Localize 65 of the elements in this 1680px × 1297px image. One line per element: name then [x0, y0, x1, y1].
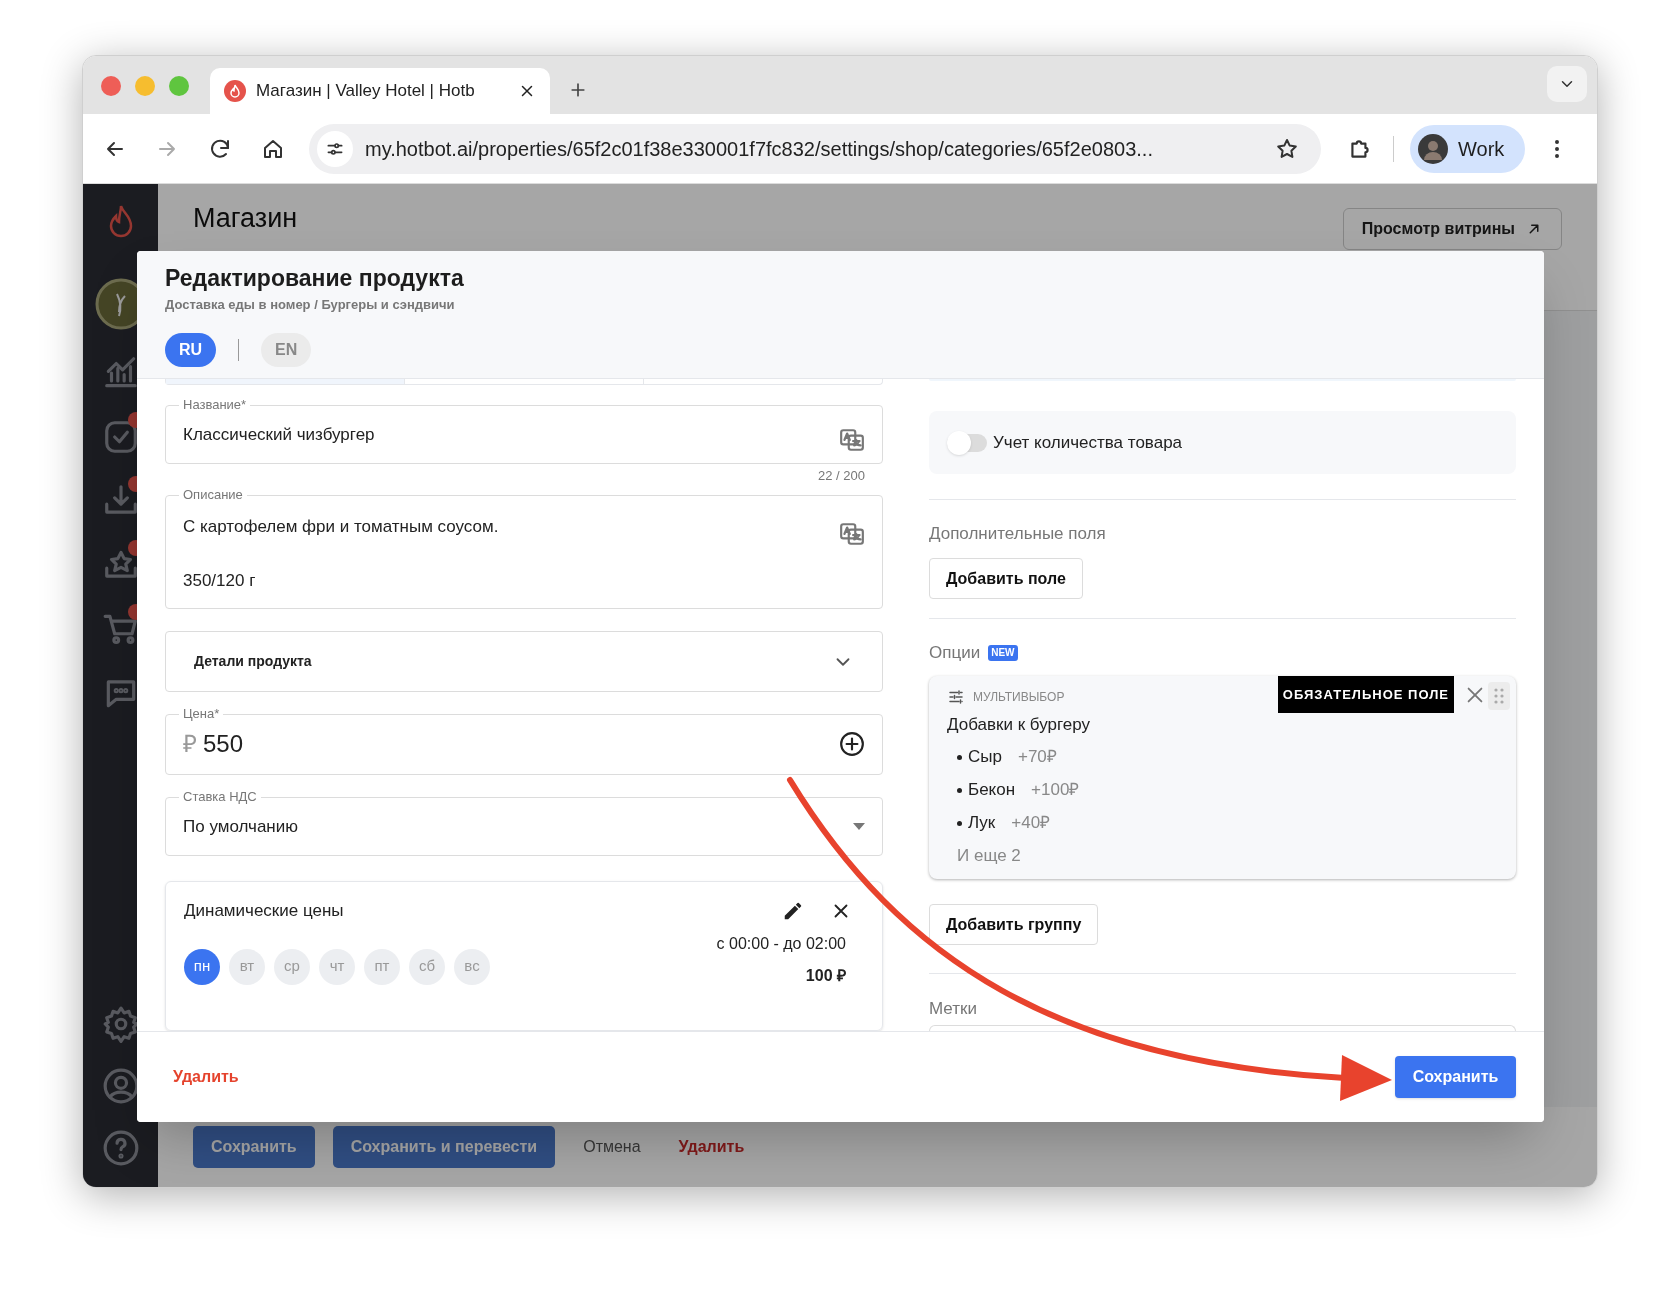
- required-badge: ОБЯЗАТЕЛЬНОЕ ПОЛЕ: [1277, 676, 1454, 713]
- option-price: +100₽: [1031, 779, 1080, 802]
- currency-sign: ₽: [183, 729, 197, 760]
- flame-icon: [224, 80, 246, 102]
- time-range: с 00:00 - до 02:00: [716, 933, 846, 954]
- address-bar[interactable]: my.hotbot.ai/properties/65f2c01f38e330001f7fc832/settings/shop/categories/65f2e0803...: [309, 123, 1321, 174]
- drag-handle[interactable]: [1488, 682, 1510, 710]
- star-icon[interactable]: [1275, 136, 1299, 161]
- add-group-button[interactable]: Добавить группу: [929, 904, 1099, 945]
- dynamic-price: 100 ₽: [805, 965, 846, 986]
- help-icon[interactable]: [101, 1129, 140, 1167]
- day-toggle[interactable]: ср: [274, 948, 310, 985]
- option-price: +70₽: [1017, 746, 1057, 769]
- day-toggle[interactable]: пт: [364, 948, 400, 985]
- profile-button[interactable]: Work: [1410, 124, 1525, 173]
- option-name: Бекон: [968, 779, 1016, 802]
- day-toggle[interactable]: вс: [454, 948, 490, 985]
- group-name: Добавки к бургеру: [947, 714, 1091, 736]
- more-options: И еще 2: [957, 845, 1498, 867]
- settings-icon[interactable]: [101, 1005, 140, 1043]
- language-tab[interactable]: EN: [261, 332, 312, 367]
- translate-icon[interactable]: [839, 521, 865, 548]
- option-name: Сыр: [968, 746, 1002, 769]
- option-price: +40₽: [1011, 812, 1051, 835]
- section-title: Метки: [929, 999, 978, 1019]
- group-type: МУЛЬТИВЫБОР: [973, 689, 1065, 706]
- toggle-label: Учет количества товара: [993, 431, 1183, 454]
- language-tab[interactable]: RU: [165, 332, 217, 367]
- card-title: Динамические цены: [184, 900, 345, 922]
- delete-link[interactable]: Удалить: [668, 1135, 755, 1159]
- section-title: Дополнительные поля: [929, 524, 1107, 544]
- site-settings-button[interactable]: [317, 130, 353, 167]
- character-counter: 22 / 200: [818, 466, 865, 485]
- add-field-button[interactable]: Добавить поле: [929, 558, 1083, 599]
- action-button[interactable]: Сохранить и перевести: [332, 1126, 556, 1168]
- storefront-button[interactable]: Просмотр витрины: [1342, 208, 1562, 250]
- breadcrumb: Доставка еды в номер / Бургеры и сэндвичи: [165, 296, 456, 314]
- browser-tab[interactable]: Магазин | Valley Hotel | Hotb: [210, 68, 550, 114]
- sliders-icon: [947, 688, 965, 706]
- day-toggle[interactable]: пн: [184, 948, 220, 985]
- option-name: Лук: [968, 812, 996, 835]
- url-text: my.hotbot.ai/properties/65f2c01f38e330001f7fc832/settings/shop/categories/65f2e0803...: [365, 136, 1154, 162]
- save-button[interactable]: Сохранить: [1395, 1056, 1516, 1098]
- day-toggle[interactable]: вт: [229, 948, 265, 985]
- dialog-title: Редактирование продукта: [165, 264, 465, 293]
- product-details-accordion[interactable]: Детали продукта: [165, 631, 883, 692]
- user-icon[interactable]: [101, 1067, 140, 1105]
- translate-icon[interactable]: [839, 426, 865, 453]
- dropdown-arrow-icon: [853, 822, 865, 830]
- action-button[interactable]: Сохранить: [193, 1126, 315, 1168]
- page-title: Магазин: [193, 202, 298, 234]
- cancel-link[interactable]: Отмена: [573, 1135, 651, 1159]
- option-group-card[interactable]: МУЛЬТИВЫБОР ОБЯЗАТЕЛЬНОЕ ПОЛЕ Добавки к бургеру Сыр +70₽ Бекон +100₽ Лук +40₽ И еще 2: [929, 676, 1516, 879]
- drag-dots-icon: [1494, 687, 1504, 705]
- close-window-button[interactable]: [101, 76, 121, 96]
- new-badge: NEW: [988, 645, 1018, 661]
- day-toggle[interactable]: чт: [319, 948, 355, 985]
- delete-link[interactable]: Удалить: [173, 1065, 239, 1089]
- tab-title: Магазин | Valley Hotel | Hotb: [256, 80, 476, 103]
- toggle-switch[interactable]: [947, 433, 987, 452]
- avatar-icon: [1418, 133, 1448, 164]
- section-title: Опции: [929, 642, 981, 665]
- day-toggle[interactable]: сб: [409, 948, 445, 985]
- add-circle-icon[interactable]: [839, 731, 865, 758]
- price-value: 550: [203, 729, 245, 760]
